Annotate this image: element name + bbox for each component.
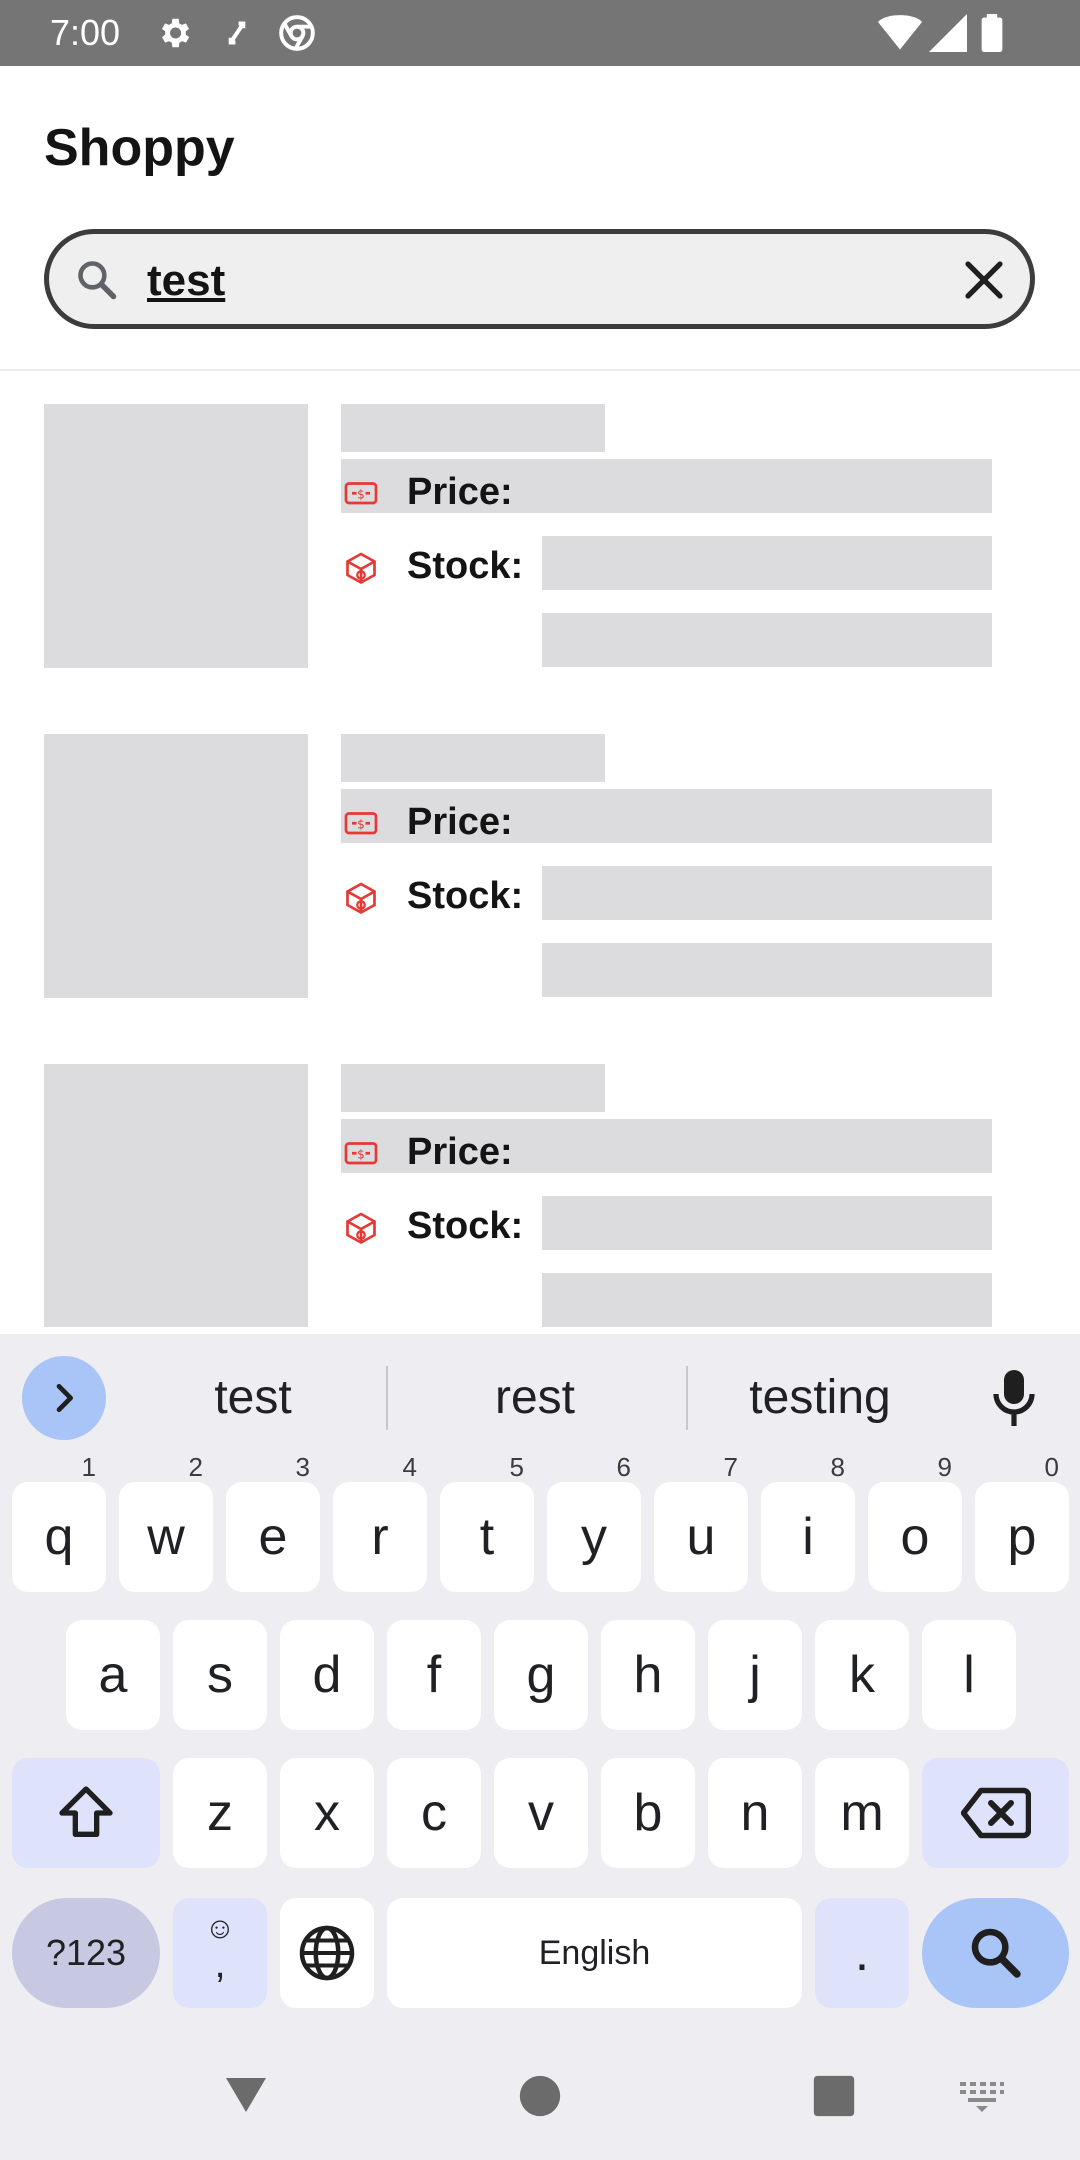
- key-h[interactable]: h: [601, 1620, 695, 1730]
- price-value-placeholder: [542, 866, 992, 920]
- price-tag-icon: $: [344, 1142, 378, 1165]
- comma-label: ,: [214, 1942, 226, 1986]
- stock-value-placeholder: [542, 613, 992, 667]
- key-r[interactable]: r4: [333, 1452, 427, 1592]
- product-name-placeholder: [341, 734, 605, 782]
- settings-icon: [161, 18, 190, 48]
- search-input[interactable]: test: [147, 256, 225, 306]
- suggestion-2[interactable]: rest: [430, 1370, 640, 1425]
- battery-icon: [981, 14, 1003, 52]
- search-bar[interactable]: test: [44, 229, 1035, 329]
- key-p[interactable]: p0: [975, 1452, 1069, 1592]
- key-d[interactable]: d: [280, 1620, 374, 1730]
- globe-icon: [299, 1925, 355, 1981]
- emoji-comma-key[interactable]: ☺ ,: [173, 1898, 267, 2008]
- key-k[interactable]: k: [815, 1620, 909, 1730]
- product-image-placeholder: [44, 734, 308, 998]
- key-q[interactable]: q1: [12, 1452, 106, 1592]
- status-bar: 7:00: [0, 0, 1080, 66]
- symbols-key[interactable]: ?123: [12, 1898, 160, 2008]
- product-name-placeholder: [341, 1064, 605, 1112]
- app-header: Shoppy test: [0, 66, 1080, 371]
- product-name-placeholder: [341, 404, 605, 452]
- search-action-icon: [971, 1928, 1021, 1978]
- price-tag-icon: $: [344, 812, 378, 835]
- key-a[interactable]: a: [66, 1620, 160, 1730]
- chrome-icon: [279, 15, 315, 51]
- keyboard-toolbar-expand-button[interactable]: [22, 1356, 106, 1440]
- stock-box-icon: [346, 1212, 376, 1245]
- keyboard-switch-icon[interactable]: [958, 2080, 1006, 2112]
- product-card[interactable]: $ Price: Stock:: [0, 1031, 1080, 1327]
- clear-search-icon[interactable]: [960, 256, 1008, 304]
- suggestion-divider: [686, 1366, 688, 1430]
- stock-label: Stock:: [407, 545, 524, 587]
- key-z[interactable]: z: [173, 1758, 267, 1868]
- stock-label: Stock:: [407, 1205, 524, 1247]
- wifi-icon: [878, 15, 922, 50]
- key-e[interactable]: e3: [226, 1452, 320, 1592]
- key-b[interactable]: b: [601, 1758, 695, 1868]
- price-tag-icon: $: [344, 482, 378, 505]
- product-image-placeholder: [44, 1064, 308, 1327]
- key-n[interactable]: n: [708, 1758, 802, 1868]
- product-image-placeholder: [44, 404, 308, 668]
- key-o[interactable]: o9: [868, 1452, 962, 1592]
- stock-label: Stock:: [407, 875, 524, 917]
- svg-text:$: $: [357, 1148, 365, 1162]
- key-x[interactable]: x: [280, 1758, 374, 1868]
- key-s[interactable]: s: [173, 1620, 267, 1730]
- key-m[interactable]: m: [815, 1758, 909, 1868]
- key-j[interactable]: j: [708, 1620, 802, 1730]
- language-key[interactable]: [280, 1898, 374, 2008]
- period-key[interactable]: .: [815, 1898, 909, 2008]
- backspace-icon: [960, 1787, 1031, 1839]
- soft-keyboard[interactable]: test rest testing q1 w2 e3 r4 t5 y6 u7 i…: [0, 1334, 1080, 2040]
- microphone-icon[interactable]: [990, 1368, 1038, 1428]
- key-v[interactable]: v: [494, 1758, 588, 1868]
- suggestion-divider: [386, 1366, 388, 1430]
- key-l[interactable]: l: [922, 1620, 1016, 1730]
- key-c[interactable]: c: [387, 1758, 481, 1868]
- key-y[interactable]: y6: [547, 1452, 641, 1592]
- key-t[interactable]: t5: [440, 1452, 534, 1592]
- key-u[interactable]: u7: [654, 1452, 748, 1592]
- key-i[interactable]: i8: [761, 1452, 855, 1592]
- status-time: 7:00: [50, 12, 121, 53]
- emoji-icon: ☺: [204, 1912, 236, 1945]
- app-title: Shoppy: [44, 119, 235, 177]
- navigation-bar: [0, 2040, 1080, 2160]
- search-icon: [78, 261, 117, 300]
- suggestion-3[interactable]: testing: [720, 1370, 920, 1425]
- shift-key[interactable]: [12, 1758, 160, 1868]
- search-action-key[interactable]: [922, 1898, 1069, 2008]
- key-f[interactable]: f: [387, 1620, 481, 1730]
- stock-box-icon: [346, 552, 376, 585]
- price-label: Price:: [407, 1131, 513, 1173]
- screen-rotate-icon: [228, 21, 246, 45]
- stock-value-placeholder: [542, 943, 992, 997]
- product-card[interactable]: $ Price: Stock:: [0, 371, 1080, 701]
- backspace-key[interactable]: [922, 1758, 1069, 1868]
- price-label: Price:: [407, 471, 513, 513]
- space-key[interactable]: English: [387, 1898, 802, 2008]
- stock-box-icon: [346, 882, 376, 915]
- chevron-right-icon: [56, 1384, 73, 1412]
- key-w[interactable]: w2: [119, 1452, 213, 1592]
- svg-text:$: $: [357, 818, 365, 832]
- svg-text:$: $: [357, 488, 365, 502]
- back-icon[interactable]: [222, 2070, 270, 2118]
- price-label: Price:: [407, 801, 513, 843]
- key-g[interactable]: g: [494, 1620, 588, 1730]
- stock-value-placeholder: [542, 1273, 992, 1327]
- product-list[interactable]: $ Price: Stock: $ Price: Stock: $ Price:…: [0, 371, 1080, 1327]
- product-card[interactable]: $ Price: Stock:: [0, 701, 1080, 1031]
- shift-arrow-icon: [59, 1786, 113, 1837]
- recents-icon[interactable]: [812, 2074, 856, 2118]
- suggestion-1[interactable]: test: [160, 1370, 346, 1425]
- home-icon[interactable]: [518, 2074, 562, 2118]
- signal-icon: [929, 14, 967, 52]
- price-value-placeholder: [542, 536, 992, 590]
- price-value-placeholder: [542, 1196, 992, 1250]
